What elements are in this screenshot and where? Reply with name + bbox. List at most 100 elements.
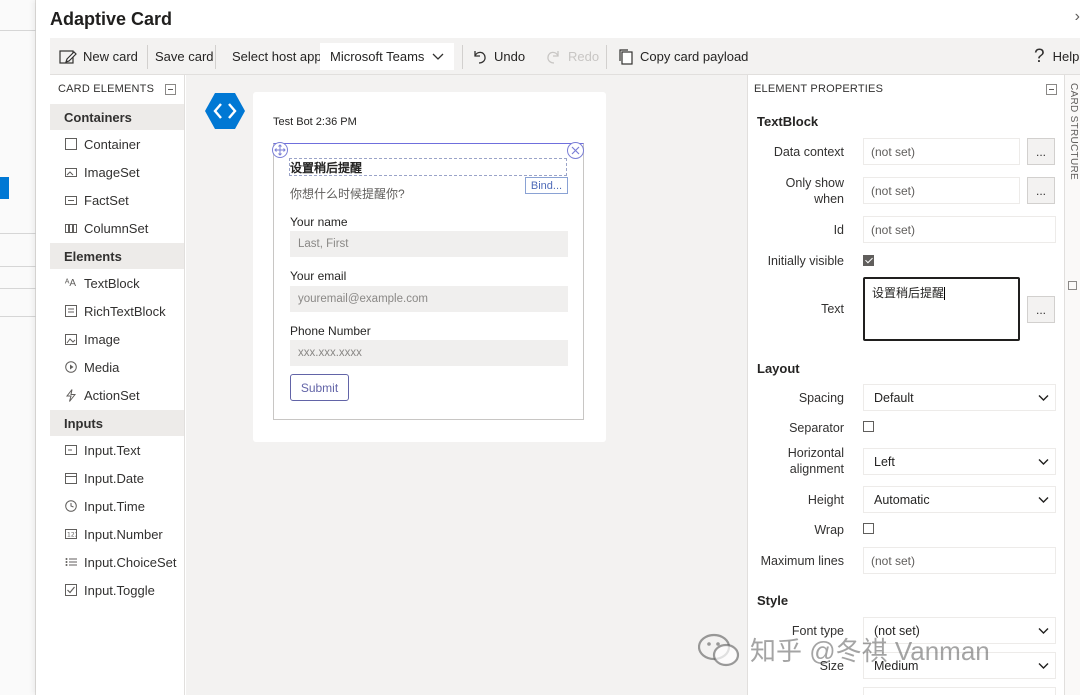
height-select[interactable]: Automatic [863,486,1056,513]
only-show-when-more-button[interactable]: ... [1027,177,1055,204]
imageset-icon [64,166,77,179]
initially-visible-label: Initially visible [767,254,844,268]
only-show-when-input[interactable]: (not set) [863,177,1020,204]
name-input[interactable]: Last, First [290,231,568,257]
designer-window: Adaptive Card › New card Save card Selec… [36,0,1080,695]
redo-button[interactable]: Redo [545,38,599,75]
maximum-lines-input[interactable]: (not set) [863,547,1056,574]
card-elements-header: CARD ELEMENTS [50,75,184,103]
remove-element-icon[interactable] [567,142,584,159]
text-textarea[interactable]: 设置稍后提醒 [863,277,1020,341]
id-input[interactable]: (not set) [863,216,1056,243]
watermark: 知乎 @冬祺 Vanman [698,631,990,668]
number-icon: 123 [64,528,77,541]
undo-icon [474,51,486,64]
data-context-input[interactable]: (not set) [863,138,1020,165]
separator-checkbox[interactable] [863,421,874,432]
chevron-down-icon [1038,459,1049,465]
input-text-icon [64,444,77,457]
columnset-icon [64,222,77,235]
palette-item-textblock[interactable]: ᴬA TextBlock [50,269,184,297]
redo-icon [547,51,559,64]
category-containers: Containers [50,104,184,130]
bot-avatar-icon [205,93,245,129]
collapse-icon[interactable] [165,84,176,95]
phone-input[interactable]: xxx.xxx.xxxx [290,340,568,366]
watermark-text: 知乎 @冬祺 Vanman [750,636,990,666]
text-label: Text [821,302,844,316]
text-caret [944,287,946,301]
collapse-icon[interactable] [1046,84,1057,95]
host-app-select[interactable]: Microsoft Teams [320,43,454,70]
spacing-select[interactable]: Default [863,384,1056,411]
palette-item-input-time[interactable]: Input.Time [50,492,184,520]
category-elements: Elements [50,243,184,269]
palette-item-factset[interactable]: FactSet [50,186,184,214]
palette-item-input-date[interactable]: Input.Date [50,464,184,492]
lightning-icon [64,388,77,402]
container-icon [64,138,77,151]
horizontal-alignment-select[interactable]: Left [863,448,1056,475]
host-app-label: Select host app: [232,49,326,64]
palette-item-input-choiceset[interactable]: Input.ChoiceSet [50,548,184,576]
email-input[interactable]: youremail@example.com [290,286,568,312]
copy-card-payload-button[interactable]: Copy card payload [617,38,748,75]
undo-button[interactable]: Undo [471,38,525,75]
element-properties-panel: ELEMENT PROPERTIES TextBlock Data contex… [747,75,1064,695]
card-elements-panel: CARD ELEMENTS Containers Container Image… [50,75,185,695]
id-label: Id [833,223,844,237]
next-property-select[interactable] [863,687,1056,695]
palette-item-richtextblock[interactable]: RichTextBlock [50,297,184,325]
height-label: Height [807,493,844,507]
palette-item-input-text[interactable]: Input.Text [50,436,184,464]
horizontal-alignment-label: Horizontal alignment [787,446,844,476]
text-more-button[interactable]: ... [1027,296,1055,323]
move-handle-icon[interactable] [272,142,288,158]
palette-item-columnset[interactable]: ColumnSet [50,214,184,242]
image-icon [64,333,77,346]
bind-button[interactable]: Bind... [525,177,568,194]
chevron-down-icon [1038,663,1049,669]
save-card-label: Save card [155,49,214,64]
element-properties-header: ELEMENT PROPERTIES [748,75,1064,103]
help-label: Help [1052,49,1080,64]
layout-section-title: Layout [757,361,800,376]
wrap-label: Wrap [814,523,844,537]
sender-line: Test Bot 2:36 PM [273,116,357,128]
toolbar: New card Save card Select host app: Micr… [50,38,1080,75]
list-icon [64,556,77,569]
redo-label: Redo [568,49,600,64]
card-title-textblock[interactable]: 设置稍后提醒 [290,159,362,176]
copy-icon [619,48,633,65]
close-icon[interactable]: › [1075,8,1080,26]
maximum-lines-label: Maximum lines [760,554,844,568]
card-subtitle-textblock[interactable]: 你想什么时候提醒你? [290,185,405,202]
expand-icon[interactable] [1068,281,1077,290]
palette-item-imageset[interactable]: ImageSet [50,158,184,186]
adaptive-card-preview[interactable]: 设置稍后提醒 你想什么时候提醒你? Bind... Your name Last… [272,142,584,420]
help-button[interactable]: ? Help [1034,38,1079,75]
chevron-down-icon [1038,395,1049,401]
data-context-more-button[interactable]: ... [1027,138,1055,165]
copy-card-payload-label: Copy card payload [640,49,749,64]
save-card-button[interactable]: Save card [155,38,214,75]
palette-item-actionset[interactable]: ActionSet [50,381,184,409]
palette-item-input-toggle[interactable]: Input.Toggle [50,576,184,604]
calendar-icon [64,472,77,485]
wrap-checkbox[interactable] [863,523,874,534]
factset-icon [64,194,77,207]
media-play-icon [64,361,77,374]
submit-button[interactable]: Submit [290,374,349,401]
palette-item-media[interactable]: Media [50,353,184,381]
palette-item-container[interactable]: Container [50,130,184,158]
svg-text:123: 123 [67,532,77,539]
chevron-down-icon [432,53,444,60]
textblock-icon: ᴬA [64,277,77,289]
card-structure-tab[interactable]: CARD STRUCTURE [1064,75,1080,695]
palette-item-input-number[interactable]: 123 Input.Number [50,520,184,548]
initially-visible-checkbox[interactable] [863,255,874,266]
separator-label: Separator [789,421,844,435]
host-app-value: Microsoft Teams [330,49,425,64]
palette-item-image[interactable]: Image [50,325,184,353]
new-card-button[interactable]: New card [59,38,138,75]
